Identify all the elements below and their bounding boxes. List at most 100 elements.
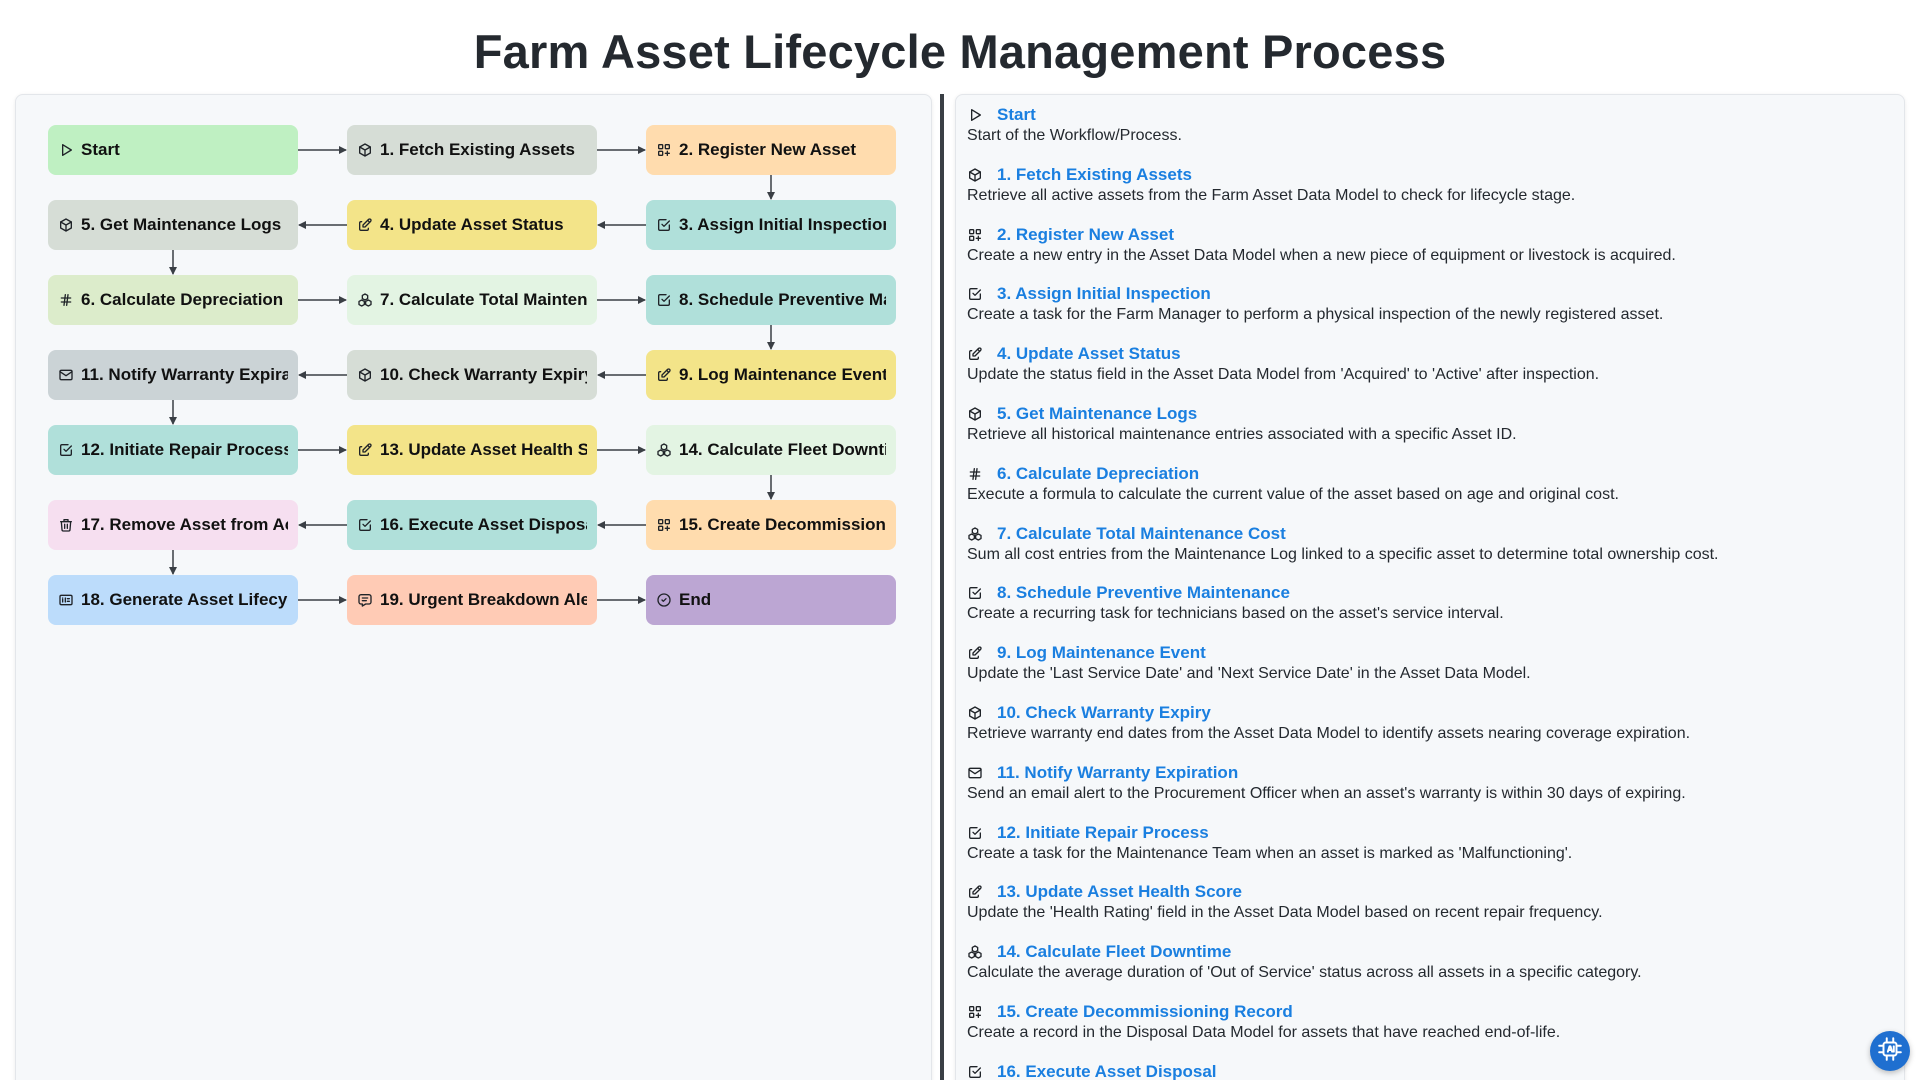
play-icon — [58, 142, 74, 158]
cube-icon — [967, 406, 983, 422]
step-title-link[interactable]: 3. Assign Initial Inspection — [967, 284, 1887, 304]
flow-node-n3[interactable]: 3. Assign Initial Inspection — [646, 200, 896, 250]
grid-plus-icon — [656, 517, 672, 533]
flow-node-n12[interactable]: 12. Initiate Repair Process — [48, 425, 298, 475]
step-title-link[interactable]: 15. Create Decommissioning Record — [967, 1002, 1887, 1022]
step-description-item: 2. Register New Asset Create a new entry … — [967, 225, 1887, 265]
step-description-text: Start of the Workflow/Process. — [967, 127, 1182, 144]
edit-icon — [967, 645, 983, 661]
flow-node-end[interactable]: End — [646, 575, 896, 625]
flow-node-label: 7. Calculate Total Maintena — [380, 290, 587, 309]
step-descriptions-panel[interactable]: Start Start of the Workflow/Process. 1. Fe… — [955, 94, 1905, 1080]
flow-node-label: 19. Urgent Breakdown Aler — [380, 590, 587, 609]
step-title: 9. Log Maintenance Event — [997, 643, 1206, 663]
panel-splitter[interactable] — [940, 94, 944, 1080]
cubes-icon — [357, 292, 373, 308]
flow-node-n15[interactable]: 15. Create Decommissionir — [646, 500, 896, 550]
flow-node-n17[interactable]: 17. Remove Asset from Act — [48, 500, 298, 550]
step-description-item: Start Start of the Workflow/Process. — [967, 105, 1887, 145]
cube-icon — [967, 705, 983, 721]
step-description-item: 4. Update Asset Status Update the status … — [967, 344, 1887, 384]
flow-node-n1[interactable]: 1. Fetch Existing Assets — [347, 125, 597, 175]
step-title-link[interactable]: 16. Execute Asset Disposal — [967, 1062, 1887, 1080]
step-description-item: 5. Get Maintenance Logs Retrieve all hist… — [967, 404, 1887, 444]
flow-node-n7[interactable]: 7. Calculate Total Maintena — [347, 275, 597, 325]
checkbox-icon — [967, 825, 983, 841]
flow-node-n16[interactable]: 16. Execute Asset Disposal — [347, 500, 597, 550]
checkbox-icon — [357, 517, 373, 533]
step-description-text: Retrieve warranty end dates from the Ass… — [967, 725, 1691, 742]
page-title: Farm Asset Lifecycle Management Process — [473, 25, 1447, 78]
step-title: 10. Check Warranty Expiry — [997, 703, 1211, 722]
step-description-text: Create a task for the Farm Manager to pe… — [967, 306, 1664, 324]
cubes-icon — [967, 526, 983, 542]
step-description-item: 11. Notify Warranty Expiration Send an em… — [967, 763, 1887, 803]
step-title-link[interactable]: 7. Calculate Total Maintenance Cost — [967, 524, 1887, 544]
flow-node-label: 15. Create Decommissionir — [679, 515, 886, 534]
cube-icon — [58, 217, 74, 233]
step-description-item: 3. Assign Initial Inspection Create a tas… — [967, 284, 1887, 324]
flow-node-n19[interactable]: 19. Urgent Breakdown Aler — [347, 575, 597, 625]
trash-icon — [58, 517, 74, 533]
flow-node-n18[interactable]: 18. Generate Asset Lifecycl — [48, 575, 298, 625]
step-title: 8. Schedule Preventive Maintenance — [997, 583, 1290, 603]
flow-node-n13[interactable]: 13. Update Asset Health Sc — [347, 425, 597, 475]
step-title: 11. Notify Warranty Expiration — [997, 762, 1239, 782]
flow-diagram-panel[interactable]: Start 1. Fetch Existing Assets 2. Register… — [15, 94, 932, 1080]
step-title-link[interactable]: 12. Initiate Repair Process — [967, 823, 1887, 843]
step-title-link[interactable]: 6. Calculate Depreciation — [967, 464, 1887, 484]
flow-node-n10[interactable]: 10. Check Warranty Expiry — [347, 350, 597, 400]
cubes-icon — [967, 944, 983, 960]
flow-node-n14[interactable]: 14. Calculate Fleet Downtin — [646, 425, 896, 475]
grid-plus-icon — [967, 227, 983, 243]
step-title-link[interactable]: Start — [967, 105, 1887, 125]
checkbox-icon — [656, 217, 672, 233]
step-title-link[interactable]: 4. Update Asset Status — [967, 344, 1887, 364]
flow-node-label: 3. Assign Initial Inspection — [679, 215, 886, 234]
flow-node-n11[interactable]: 11. Notify Warranty Expirati — [48, 350, 298, 400]
check-circle-icon — [656, 592, 672, 608]
flow-node-label: 1. Fetch Existing Assets — [380, 140, 575, 159]
flow-node-label: 10. Check Warranty Expiry — [380, 365, 587, 384]
flow-node-label: 12. Initiate Repair Process — [81, 440, 288, 459]
flow-node-label: 2. Register New Asset — [679, 140, 856, 159]
flow-node-label: 17. Remove Asset from Act — [81, 515, 288, 534]
step-description-text: Retrieve all historical maintenance entr… — [967, 426, 1517, 443]
checkbox-icon — [967, 1064, 983, 1080]
step-description-text: Send an email alert to the Procurement O… — [967, 784, 1686, 802]
step-title: 7. Calculate Total Maintenance Cost — [997, 523, 1286, 543]
step-title-link[interactable]: 9. Log Maintenance Event — [967, 643, 1887, 663]
flow-node-n6[interactable]: 6. Calculate Depreciation — [48, 275, 298, 325]
step-description-text: Create a new entry in the Asset Data Mod… — [967, 246, 1676, 264]
step-title: 4. Update Asset Status — [997, 344, 1181, 364]
step-title: 14. Calculate Fleet Downtime — [997, 942, 1232, 962]
flow-node-n9[interactable]: 9. Log Maintenance Event — [646, 350, 896, 400]
hash-icon — [58, 292, 74, 308]
flow-node-n4[interactable]: 4. Update Asset Status — [347, 200, 597, 250]
cubes-icon — [656, 442, 672, 458]
mail-icon — [58, 367, 74, 383]
step-title-link[interactable]: 5. Get Maintenance Logs — [967, 404, 1887, 424]
step-title: 5. Get Maintenance Logs — [997, 404, 1198, 423]
flow-node-label: 6. Calculate Depreciation — [81, 290, 284, 309]
flow-node-label: 9. Log Maintenance Event — [679, 365, 886, 384]
step-title-link[interactable]: 2. Register New Asset — [967, 225, 1887, 245]
flow-node-label: 5. Get Maintenance Logs — [81, 215, 282, 234]
step-title: 12. Initiate Repair Process — [997, 822, 1209, 842]
step-title-link[interactable]: 8. Schedule Preventive Maintenance — [967, 583, 1887, 603]
step-title: 15. Create Decommissioning Record — [997, 1002, 1293, 1021]
flow-node-n2[interactable]: 2. Register New Asset — [646, 125, 896, 175]
flow-node-n5[interactable]: 5. Get Maintenance Logs — [48, 200, 298, 250]
mail-icon — [967, 765, 983, 781]
step-title-link[interactable]: 10. Check Warranty Expiry — [967, 703, 1887, 723]
assistant-button[interactable] — [1870, 1031, 1910, 1071]
step-title-link[interactable]: 1. Fetch Existing Assets — [967, 165, 1887, 185]
step-title-link[interactable]: 13. Update Asset Health Score — [967, 882, 1887, 902]
step-description-text: Update the 'Last Service Date' and 'Next… — [967, 665, 1531, 683]
step-title-link[interactable]: 14. Calculate Fleet Downtime — [967, 942, 1887, 962]
step-title: 16. Execute Asset Disposal — [997, 1061, 1217, 1080]
flow-node-start[interactable]: Start — [48, 125, 298, 175]
step-title-link[interactable]: 11. Notify Warranty Expiration — [967, 763, 1887, 783]
step-description-item: 8. Schedule Preventive Maintenance Create… — [967, 583, 1887, 623]
flow-node-n8[interactable]: 8. Schedule Preventive Mai — [646, 275, 896, 325]
